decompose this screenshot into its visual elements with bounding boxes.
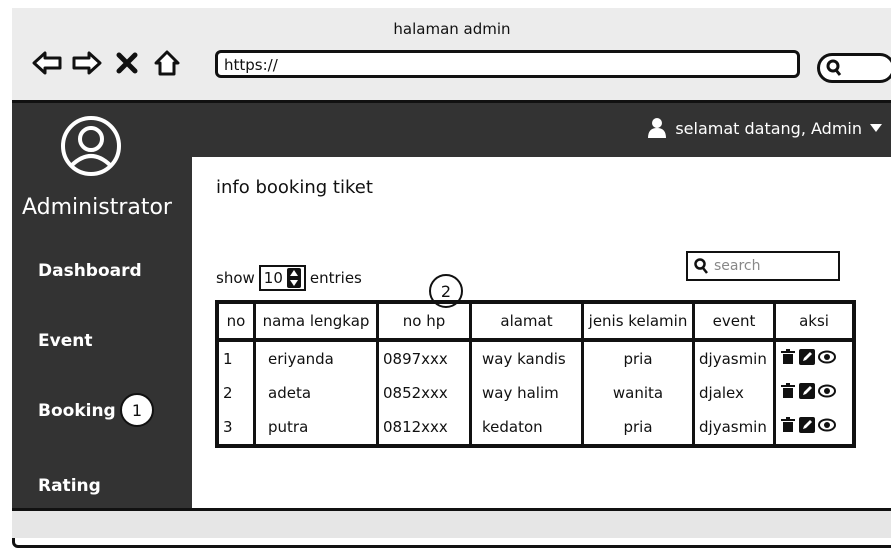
greeting-text: selamat datang, Admin [675, 118, 862, 138]
cell-nama: adeta [253, 376, 378, 410]
entries-control: show 10 entries [216, 265, 362, 291]
trash-icon[interactable] [780, 417, 796, 433]
cell-event: djyasmin [692, 340, 775, 376]
cell-hp: 0812xxx [376, 410, 471, 446]
cell-aksi [773, 410, 854, 446]
entries-label: entries [309, 269, 362, 287]
user-icon [648, 118, 667, 138]
browser-titlebar: halaman admin https:// [12, 8, 891, 103]
cell-event: djyasmin [692, 410, 775, 446]
table-row: 2 adeta 0852xxx way halim wanita djalex [217, 376, 854, 410]
cell-alamat: way kandis [469, 340, 583, 376]
admin-app: Administrator Dashboard Event Booking 1 … [12, 103, 891, 508]
edit-icon[interactable] [799, 349, 815, 365]
search-input[interactable]: search [686, 251, 840, 281]
search-placeholder: search [714, 258, 761, 274]
url-bar[interactable]: https:// [215, 50, 800, 78]
edit-icon[interactable] [799, 383, 815, 399]
status-bar [12, 508, 891, 538]
close-icon[interactable] [110, 46, 144, 80]
trash-icon[interactable] [780, 349, 796, 365]
search-icon [694, 258, 708, 274]
header-nama-lengkap: nama lengkap [253, 302, 378, 342]
home-icon[interactable] [150, 46, 184, 80]
booking-table: no nama lengkap no hp alamat jenis kelam… [215, 300, 856, 448]
cell-event: djalex [692, 376, 775, 410]
trash-icon[interactable] [780, 383, 796, 399]
annotation-badge-1: 1 [120, 393, 154, 427]
stepper-icon[interactable] [286, 268, 301, 288]
sidebar-item-rating[interactable]: Rating [38, 476, 101, 496]
sidebar-role-label: Administrator [22, 195, 172, 220]
table-header-row: no nama lengkap no hp alamat jenis kelam… [217, 302, 854, 342]
cell-aksi [773, 376, 854, 410]
user-menu[interactable]: selamat datang, Admin [647, 117, 882, 139]
search-icon [826, 59, 842, 81]
cell-aksi [773, 340, 854, 376]
entries-select[interactable]: 10 [258, 265, 306, 291]
sidebar-item-booking[interactable]: Booking [38, 401, 116, 421]
cell-jenis-kelamin: pria [581, 410, 694, 446]
view-eye-icon[interactable] [818, 350, 836, 364]
cell-jenis-kelamin: wanita [581, 376, 694, 410]
header-jenis-kelamin: jenis kelamin [581, 302, 694, 342]
page-title: info booking tiket [216, 177, 373, 198]
cell-alamat: kedaton [469, 410, 583, 446]
edit-icon[interactable] [799, 417, 815, 433]
cell-nama: putra [253, 410, 378, 446]
cell-nama: eriyanda [253, 340, 378, 376]
forward-icon[interactable] [70, 46, 104, 80]
header-alamat: alamat [469, 302, 583, 342]
header-aksi: aksi [773, 302, 854, 342]
header-no-hp: no hp [376, 302, 471, 342]
view-eye-icon[interactable] [818, 384, 836, 398]
back-icon[interactable] [30, 46, 64, 80]
browser-search-button[interactable] [817, 53, 891, 83]
window-title: halaman admin [393, 20, 511, 38]
table-row: 1 eriyanda 0897xxx way kandis pria djyas… [217, 340, 854, 376]
cell-hp: 0897xxx [376, 340, 471, 376]
show-label: show [216, 269, 255, 287]
header-no: no [217, 302, 255, 342]
sidebar-item-dashboard[interactable]: Dashboard [38, 261, 142, 281]
sidebar: Administrator Dashboard Event Booking 1 … [12, 103, 192, 508]
entries-value: 10 [263, 269, 283, 287]
chevron-down-icon [870, 124, 882, 132]
user-avatar-icon [60, 115, 122, 177]
cell-hp: 0852xxx [376, 376, 471, 410]
nav-controls [30, 46, 184, 80]
table-row: 3 putra 0812xxx kedaton pria djyasmin [217, 410, 854, 446]
cell-no: 1 [223, 350, 233, 368]
cell-no: 3 [223, 418, 233, 436]
main-content: info booking tiket show 10 entries 2 sea… [192, 157, 891, 508]
cell-alamat: way halim [469, 376, 583, 410]
cell-no: 2 [223, 384, 233, 402]
view-eye-icon[interactable] [818, 418, 836, 432]
cell-jenis-kelamin: pria [581, 340, 694, 376]
header-event: event [692, 302, 775, 342]
sidebar-item-event[interactable]: Event [38, 331, 92, 351]
